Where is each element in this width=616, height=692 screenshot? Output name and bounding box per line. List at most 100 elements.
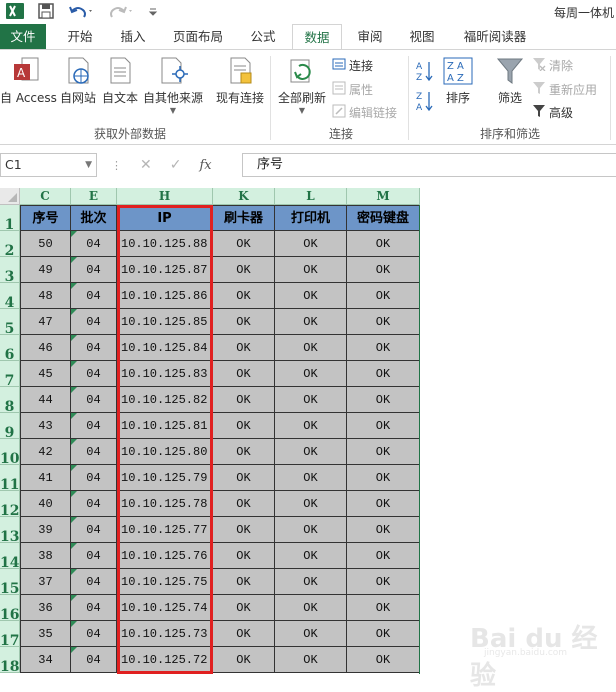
cell-seq[interactable]: 37 xyxy=(20,569,71,595)
customize-qat-icon[interactable] xyxy=(148,3,158,19)
cell-printer[interactable]: OK xyxy=(275,257,347,283)
cell-printer[interactable]: OK xyxy=(275,283,347,309)
cell-card-reader[interactable]: OK xyxy=(213,543,275,569)
cell-printer[interactable]: OK xyxy=(275,543,347,569)
column-header-h[interactable]: H xyxy=(117,188,213,205)
cell-card-reader[interactable]: OK xyxy=(213,595,275,621)
cell-card-reader[interactable]: OK xyxy=(213,361,275,387)
chevron-down-icon[interactable]: ▼ xyxy=(85,154,92,176)
cell-card-reader[interactable]: OK xyxy=(213,283,275,309)
cell-pin-pad[interactable]: OK xyxy=(347,231,420,257)
select-all-corner[interactable] xyxy=(0,188,20,205)
row-header[interactable]: 2 xyxy=(0,231,20,259)
cell-batch[interactable]: 04 xyxy=(71,491,117,517)
cell-seq[interactable]: 39 xyxy=(20,517,71,543)
tab-home[interactable]: 开始 xyxy=(56,24,104,49)
cell-seq[interactable]: 40 xyxy=(20,491,71,517)
cell-pin-pad[interactable]: OK xyxy=(347,335,420,361)
cell-card-reader[interactable]: OK xyxy=(213,517,275,543)
cell-seq[interactable]: 36 xyxy=(20,595,71,621)
column-header-k[interactable]: K xyxy=(213,188,275,205)
cell-batch[interactable]: 04 xyxy=(71,465,117,491)
row-header[interactable]: 17 xyxy=(0,621,20,649)
cell-batch[interactable]: 04 xyxy=(71,621,117,647)
clear-button[interactable]: 清除 xyxy=(532,57,573,74)
cell-pin-pad[interactable]: OK xyxy=(347,413,420,439)
cell-card-reader[interactable]: OK xyxy=(213,413,275,439)
sort-descending-button[interactable]: ZA xyxy=(416,90,434,115)
cell-card-reader[interactable]: OK xyxy=(213,621,275,647)
cell-pin-pad[interactable]: OK xyxy=(347,491,420,517)
cell-card-reader[interactable]: OK xyxy=(213,647,275,673)
cell-seq[interactable]: 41 xyxy=(20,465,71,491)
cell-printer[interactable]: OK xyxy=(275,439,347,465)
cell-printer[interactable]: OK xyxy=(275,569,347,595)
cell-seq[interactable]: 34 xyxy=(20,647,71,673)
cell-pin-pad[interactable]: OK xyxy=(347,257,420,283)
cell-seq[interactable]: 47 xyxy=(20,309,71,335)
row-header[interactable]: 4 xyxy=(0,283,20,311)
cell-seq[interactable]: 35 xyxy=(20,621,71,647)
cell-batch[interactable]: 04 xyxy=(71,517,117,543)
redo-icon[interactable] xyxy=(108,3,134,19)
sort-ascending-button[interactable]: AZ xyxy=(416,60,434,85)
cell-printer[interactable]: OK xyxy=(275,595,347,621)
cell-batch[interactable]: 04 xyxy=(71,387,117,413)
cell-pin-pad[interactable]: OK xyxy=(347,283,420,309)
row-header[interactable]: 15 xyxy=(0,569,20,597)
cell-seq[interactable]: 48 xyxy=(20,283,71,309)
cell-printer[interactable]: OK xyxy=(275,621,347,647)
row-header[interactable]: 9 xyxy=(0,413,20,441)
cell-seq[interactable]: 44 xyxy=(20,387,71,413)
row-header[interactable]: 12 xyxy=(0,491,20,519)
cell-card-reader[interactable]: OK xyxy=(213,491,275,517)
cell-pin-pad[interactable]: OK xyxy=(347,361,420,387)
table-header-cell[interactable]: 密码键盘 xyxy=(347,205,420,231)
cell-batch[interactable]: 04 xyxy=(71,595,117,621)
column-header-e[interactable]: E xyxy=(71,188,117,205)
refresh-all-button[interactable]: 全部刷新 ▼ xyxy=(274,56,330,115)
tab-formulas[interactable]: 公式 xyxy=(240,24,286,49)
formula-input[interactable]: 序号 xyxy=(242,153,616,177)
row-header[interactable]: 11 xyxy=(0,465,20,493)
cell-batch[interactable]: 04 xyxy=(71,309,117,335)
row-header[interactable]: 1 xyxy=(0,205,20,233)
cell-pin-pad[interactable]: OK xyxy=(347,621,420,647)
cell-card-reader[interactable]: OK xyxy=(213,257,275,283)
row-header[interactable]: 13 xyxy=(0,517,20,545)
row-header[interactable]: 16 xyxy=(0,595,20,623)
table-header-cell[interactable]: 打印机 xyxy=(275,205,347,231)
connections-button[interactable]: 连接 xyxy=(332,57,373,74)
cell-printer[interactable]: OK xyxy=(275,413,347,439)
table-header-cell[interactable]: 刷卡器 xyxy=(213,205,275,231)
tab-foxit-reader[interactable]: 福昕阅读器 xyxy=(456,24,534,49)
column-header-l[interactable]: L xyxy=(275,188,347,205)
tab-page-layout[interactable]: 页面布局 xyxy=(164,24,232,49)
cell-printer[interactable]: OK xyxy=(275,309,347,335)
cell-card-reader[interactable]: OK xyxy=(213,439,275,465)
undo-icon[interactable] xyxy=(68,3,94,19)
cell-seq[interactable]: 43 xyxy=(20,413,71,439)
cell-batch[interactable]: 04 xyxy=(71,413,117,439)
cell-batch[interactable]: 04 xyxy=(71,569,117,595)
cell-pin-pad[interactable]: OK xyxy=(347,517,420,543)
cell-batch[interactable]: 04 xyxy=(71,257,117,283)
cell-printer[interactable]: OK xyxy=(275,361,347,387)
cell-printer[interactable]: OK xyxy=(275,231,347,257)
reapply-button[interactable]: 重新应用 xyxy=(532,81,597,98)
tab-insert[interactable]: 插入 xyxy=(110,24,156,49)
cell-pin-pad[interactable]: OK xyxy=(347,543,420,569)
cell-printer[interactable]: OK xyxy=(275,491,347,517)
cell-batch[interactable]: 04 xyxy=(71,439,117,465)
name-box[interactable]: C1 ▼ xyxy=(0,153,97,177)
row-header[interactable]: 10 xyxy=(0,439,20,467)
cell-printer[interactable]: OK xyxy=(275,335,347,361)
cell-card-reader[interactable]: OK xyxy=(213,335,275,361)
cell-pin-pad[interactable]: OK xyxy=(347,439,420,465)
cell-batch[interactable]: 04 xyxy=(71,283,117,309)
cell-card-reader[interactable]: OK xyxy=(213,231,275,257)
row-header[interactable]: 3 xyxy=(0,257,20,285)
cell-pin-pad[interactable]: OK xyxy=(347,595,420,621)
cell-pin-pad[interactable]: OK xyxy=(347,465,420,491)
cancel-icon[interactable]: ✕ xyxy=(140,157,152,173)
